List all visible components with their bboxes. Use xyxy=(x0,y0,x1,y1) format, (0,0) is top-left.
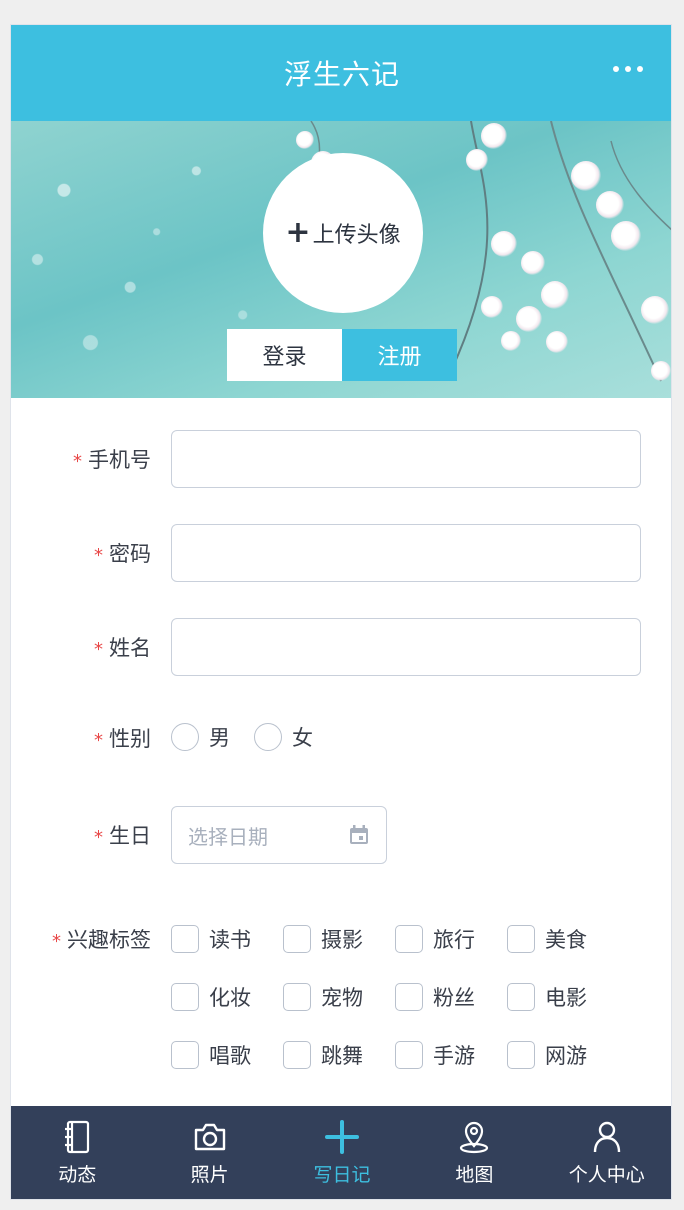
plus-icon xyxy=(324,1120,359,1154)
page-title: 浮生六记 xyxy=(283,58,400,91)
checkbox-box xyxy=(507,925,535,953)
more-dots-icon[interactable] xyxy=(613,61,643,77)
interest-checkbox-photography[interactable]: 摄影 xyxy=(283,924,363,954)
gender-male-radio[interactable]: 男 xyxy=(171,722,230,752)
birthday-date-picker[interactable]: 选择日期 xyxy=(171,806,387,864)
birthday-label: * 生日 xyxy=(94,824,151,848)
date-placeholder: 选择日期 xyxy=(188,824,268,849)
radio-circle xyxy=(171,723,199,751)
interest-checkbox-travel[interactable]: 旅行 xyxy=(395,924,475,954)
interest-checkbox-makeup[interactable]: 化妆 xyxy=(171,982,251,1012)
birthday-row: * 生日 选择日期 xyxy=(11,806,671,864)
checkbox-box xyxy=(283,983,311,1011)
calendar-icon xyxy=(348,824,370,846)
interests-label: * 兴趣标签 xyxy=(52,928,151,952)
gender-female-radio[interactable]: 女 xyxy=(254,722,313,752)
interest-checkbox-mobile-games[interactable]: 手游 xyxy=(395,1040,475,1070)
tab-feed[interactable]: 动态 xyxy=(11,1106,143,1199)
checkbox-box xyxy=(507,1041,535,1069)
map-pin-icon xyxy=(457,1120,491,1154)
phone-row: * 手机号 xyxy=(11,430,671,488)
checkbox-box xyxy=(507,983,535,1011)
notebook-icon xyxy=(60,1120,94,1154)
checkbox-box xyxy=(171,983,199,1011)
plus-icon: + xyxy=(285,215,311,250)
banner-background: + 上传头像 登录 注册 xyxy=(11,121,671,398)
auth-tabs: 登录 注册 xyxy=(227,329,457,381)
tab-login[interactable]: 登录 xyxy=(227,329,342,381)
checkbox-box xyxy=(171,1041,199,1069)
camera-icon xyxy=(193,1120,227,1154)
phone-label: * 手机号 xyxy=(73,448,151,472)
upload-avatar-button[interactable]: + 上传头像 xyxy=(263,153,423,313)
tab-map[interactable]: 地图 xyxy=(408,1106,540,1199)
interest-checkbox-singing[interactable]: 唱歌 xyxy=(171,1040,251,1070)
interest-checkbox-fans[interactable]: 粉丝 xyxy=(395,982,475,1012)
gender-label: * 性别 xyxy=(94,727,151,751)
phone-input[interactable] xyxy=(171,430,641,488)
name-input[interactable] xyxy=(171,618,641,676)
upload-avatar-label: 上传头像 xyxy=(312,223,401,248)
interests-row: * 兴趣标签 读书 摄影 旅行 美食 化妆 宠物 粉丝 电影 唱歌 跳舞 手游 网… xyxy=(11,908,671,1078)
radio-circle xyxy=(254,723,282,751)
gender-radio-group: 男 女 xyxy=(171,722,337,752)
interest-checkbox-food[interactable]: 美食 xyxy=(507,924,587,954)
name-row: * 姓名 xyxy=(11,618,671,676)
password-label: * 密码 xyxy=(94,542,151,566)
top-bar: 浮生六记 xyxy=(11,25,671,121)
checkbox-box xyxy=(283,1041,311,1069)
gender-row: * 性别 男 女 xyxy=(11,718,671,758)
interest-checkbox-pets[interactable]: 宠物 xyxy=(283,982,363,1012)
bottom-tab-bar: 动态 照片 写日记 地图 个人中心 xyxy=(11,1106,671,1199)
password-row: * 密码 xyxy=(11,524,671,582)
checkbox-box xyxy=(283,925,311,953)
tab-register[interactable]: 注册 xyxy=(342,329,457,381)
interest-checkbox-reading[interactable]: 读书 xyxy=(171,924,251,954)
interest-checkbox-online-games[interactable]: 网游 xyxy=(507,1040,587,1070)
tab-profile[interactable]: 个人中心 xyxy=(541,1106,671,1199)
checkbox-box xyxy=(395,925,423,953)
interest-checkbox-dancing[interactable]: 跳舞 xyxy=(283,1040,363,1070)
tab-photos[interactable]: 照片 xyxy=(143,1106,275,1199)
user-icon xyxy=(590,1120,624,1154)
name-label: * 姓名 xyxy=(94,636,151,660)
checkbox-box xyxy=(171,925,199,953)
app-frame: 浮生六记 + 上传头像 登录 注册 * 手机号 * 密码 * 姓名 * 性别 男… xyxy=(10,24,672,1200)
checkbox-box xyxy=(395,983,423,1011)
interest-checkbox-movies[interactable]: 电影 xyxy=(507,982,587,1012)
checkbox-box xyxy=(395,1041,423,1069)
tab-write-diary[interactable]: 写日记 xyxy=(276,1106,408,1199)
password-input[interactable] xyxy=(171,524,641,582)
